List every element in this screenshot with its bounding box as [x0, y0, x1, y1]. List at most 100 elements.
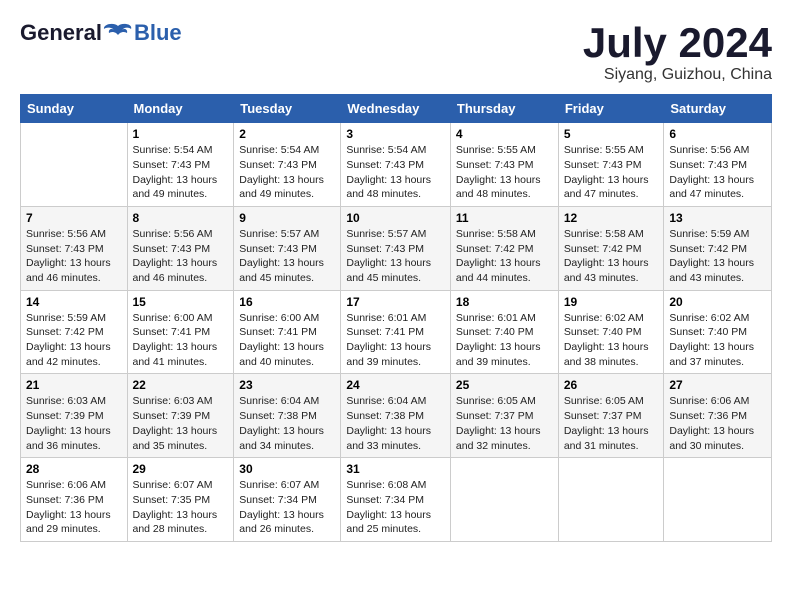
day-info: Sunrise: 5:54 AM Sunset: 7:43 PM Dayligh… [133, 143, 229, 202]
day-number: 24 [346, 378, 445, 392]
day-info: Sunrise: 5:58 AM Sunset: 7:42 PM Dayligh… [456, 227, 553, 286]
day-info: Sunrise: 6:05 AM Sunset: 7:37 PM Dayligh… [564, 394, 659, 453]
calendar-week-row: 1 Sunrise: 5:54 AM Sunset: 7:43 PM Daylig… [21, 123, 772, 207]
day-info: Sunrise: 6:05 AM Sunset: 7:37 PM Dayligh… [456, 394, 553, 453]
calendar-cell: 22Sunrise: 6:03 AM Sunset: 7:39 PM Dayli… [127, 374, 234, 458]
day-number: 31 [346, 462, 445, 476]
calendar-cell: 19 Sunrise: 6:02 AM Sunset: 7:40 PM Dayli… [558, 290, 664, 374]
day-number: 13 [669, 211, 766, 225]
day-info: Sunrise: 6:06 AM Sunset: 7:36 PM Dayligh… [26, 478, 122, 537]
day-info: Sunrise: 6:01 AM Sunset: 7:40 PM Dayligh… [456, 311, 553, 370]
day-info: Sunrise: 6:06 AM Sunset: 7:36 PM Dayligh… [669, 394, 766, 453]
calendar-cell: 1 Sunrise: 5:54 AM Sunset: 7:43 PM Daylig… [127, 123, 234, 207]
day-number: 21 [26, 378, 122, 392]
logo: General Blue [20, 20, 182, 46]
calendar-cell [450, 458, 558, 542]
calendar-cell: 10Sunrise: 5:57 AM Sunset: 7:43 PM Dayli… [341, 206, 451, 290]
calendar-cell: 23Sunrise: 6:04 AM Sunset: 7:38 PM Dayli… [234, 374, 341, 458]
day-number: 20 [669, 295, 766, 309]
calendar-cell: 5 Sunrise: 5:55 AM Sunset: 7:43 PM Daylig… [558, 123, 664, 207]
day-info: Sunrise: 6:07 AM Sunset: 7:34 PM Dayligh… [239, 478, 335, 537]
day-info: Sunrise: 6:03 AM Sunset: 7:39 PM Dayligh… [133, 394, 229, 453]
day-number: 3 [346, 127, 445, 141]
day-info: Sunrise: 5:54 AM Sunset: 7:43 PM Dayligh… [239, 143, 335, 202]
day-info: Sunrise: 5:59 AM Sunset: 7:42 PM Dayligh… [669, 227, 766, 286]
calendar-cell [21, 123, 128, 207]
calendar-body: 1 Sunrise: 5:54 AM Sunset: 7:43 PM Daylig… [21, 123, 772, 542]
calendar-cell: 30 Sunrise: 6:07 AM Sunset: 7:34 PM Dayli… [234, 458, 341, 542]
logo-bird-icon [103, 22, 133, 44]
calendar-cell: 8Sunrise: 5:56 AM Sunset: 7:43 PM Daylig… [127, 206, 234, 290]
calendar-cell: 4 Sunrise: 5:55 AM Sunset: 7:43 PM Daylig… [450, 123, 558, 207]
day-info: Sunrise: 5:55 AM Sunset: 7:43 PM Dayligh… [564, 143, 659, 202]
day-info: Sunrise: 6:03 AM Sunset: 7:39 PM Dayligh… [26, 394, 122, 453]
calendar-cell: 17 Sunrise: 6:01 AM Sunset: 7:41 PM Dayli… [341, 290, 451, 374]
calendar-cell [664, 458, 772, 542]
day-number: 16 [239, 295, 335, 309]
calendar-cell: 13 Sunrise: 5:59 AM Sunset: 7:42 PM Dayli… [664, 206, 772, 290]
weekday-header: Wednesday [341, 95, 451, 123]
day-info: Sunrise: 6:00 AM Sunset: 7:41 PM Dayligh… [239, 311, 335, 370]
day-info: Sunrise: 5:59 AM Sunset: 7:42 PM Dayligh… [26, 311, 122, 370]
day-number: 8 [133, 211, 229, 225]
day-info: Sunrise: 6:02 AM Sunset: 7:40 PM Dayligh… [564, 311, 659, 370]
day-info: Sunrise: 6:00 AM Sunset: 7:41 PM Dayligh… [133, 311, 229, 370]
calendar-cell: 18 Sunrise: 6:01 AM Sunset: 7:40 PM Dayli… [450, 290, 558, 374]
day-number: 27 [669, 378, 766, 392]
day-number: 11 [456, 211, 553, 225]
calendar-week-row: 21 Sunrise: 6:03 AM Sunset: 7:39 PM Dayli… [21, 374, 772, 458]
day-number: 18 [456, 295, 553, 309]
day-number: 30 [239, 462, 335, 476]
day-info: Sunrise: 5:54 AM Sunset: 7:43 PM Dayligh… [346, 143, 445, 202]
weekday-header: Thursday [450, 95, 558, 123]
calendar-cell: 26Sunrise: 6:05 AM Sunset: 7:37 PM Dayli… [558, 374, 664, 458]
calendar-cell: 25Sunrise: 6:05 AM Sunset: 7:37 PM Dayli… [450, 374, 558, 458]
calendar-cell: 3 Sunrise: 5:54 AM Sunset: 7:43 PM Daylig… [341, 123, 451, 207]
calendar-week-row: 14 Sunrise: 5:59 AM Sunset: 7:42 PM Dayli… [21, 290, 772, 374]
day-number: 17 [346, 295, 445, 309]
calendar-cell: 14 Sunrise: 5:59 AM Sunset: 7:42 PM Dayli… [21, 290, 128, 374]
calendar-cell: 24Sunrise: 6:04 AM Sunset: 7:38 PM Dayli… [341, 374, 451, 458]
calendar-cell: 20 Sunrise: 6:02 AM Sunset: 7:40 PM Dayli… [664, 290, 772, 374]
calendar-cell [558, 458, 664, 542]
day-number: 6 [669, 127, 766, 141]
day-number: 2 [239, 127, 335, 141]
weekday-header: Sunday [21, 95, 128, 123]
day-info: Sunrise: 5:56 AM Sunset: 7:43 PM Dayligh… [26, 227, 122, 286]
day-number: 19 [564, 295, 659, 309]
calendar-header: SundayMondayTuesdayWednesdayThursdayFrid… [21, 95, 772, 123]
calendar-week-row: 28Sunrise: 6:06 AM Sunset: 7:36 PM Dayli… [21, 458, 772, 542]
page-header: General Blue July 2024 Siyang, Guizhou, C… [20, 20, 772, 84]
month-title: July 2024 [583, 20, 772, 66]
day-number: 1 [133, 127, 229, 141]
day-number: 4 [456, 127, 553, 141]
calendar-cell: 21 Sunrise: 6:03 AM Sunset: 7:39 PM Dayli… [21, 374, 128, 458]
day-info: Sunrise: 5:55 AM Sunset: 7:43 PM Dayligh… [456, 143, 553, 202]
day-number: 5 [564, 127, 659, 141]
day-info: Sunrise: 6:07 AM Sunset: 7:35 PM Dayligh… [133, 478, 229, 537]
logo-blue: Blue [134, 20, 182, 46]
day-number: 12 [564, 211, 659, 225]
day-info: Sunrise: 5:57 AM Sunset: 7:43 PM Dayligh… [346, 227, 445, 286]
calendar-cell: 9Sunrise: 5:57 AM Sunset: 7:43 PM Daylig… [234, 206, 341, 290]
calendar-cell: 2 Sunrise: 5:54 AM Sunset: 7:43 PM Daylig… [234, 123, 341, 207]
day-info: Sunrise: 5:56 AM Sunset: 7:43 PM Dayligh… [669, 143, 766, 202]
calendar-cell: 28Sunrise: 6:06 AM Sunset: 7:36 PM Dayli… [21, 458, 128, 542]
day-number: 23 [239, 378, 335, 392]
calendar-cell: 16 Sunrise: 6:00 AM Sunset: 7:41 PM Dayli… [234, 290, 341, 374]
calendar-cell: 29 Sunrise: 6:07 AM Sunset: 7:35 PM Dayli… [127, 458, 234, 542]
calendar-cell: 15 Sunrise: 6:00 AM Sunset: 7:41 PM Dayli… [127, 290, 234, 374]
calendar-table: SundayMondayTuesdayWednesdayThursdayFrid… [20, 94, 772, 542]
title-block: July 2024 Siyang, Guizhou, China [583, 20, 772, 84]
day-number: 29 [133, 462, 229, 476]
calendar-cell: 11 Sunrise: 5:58 AM Sunset: 7:42 PM Dayli… [450, 206, 558, 290]
day-info: Sunrise: 6:08 AM Sunset: 7:34 PM Dayligh… [346, 478, 445, 537]
day-number: 7 [26, 211, 122, 225]
day-number: 15 [133, 295, 229, 309]
logo-general: General [20, 20, 102, 46]
weekday-header: Tuesday [234, 95, 341, 123]
day-number: 14 [26, 295, 122, 309]
day-info: Sunrise: 6:01 AM Sunset: 7:41 PM Dayligh… [346, 311, 445, 370]
day-info: Sunrise: 6:02 AM Sunset: 7:40 PM Dayligh… [669, 311, 766, 370]
weekday-header: Friday [558, 95, 664, 123]
